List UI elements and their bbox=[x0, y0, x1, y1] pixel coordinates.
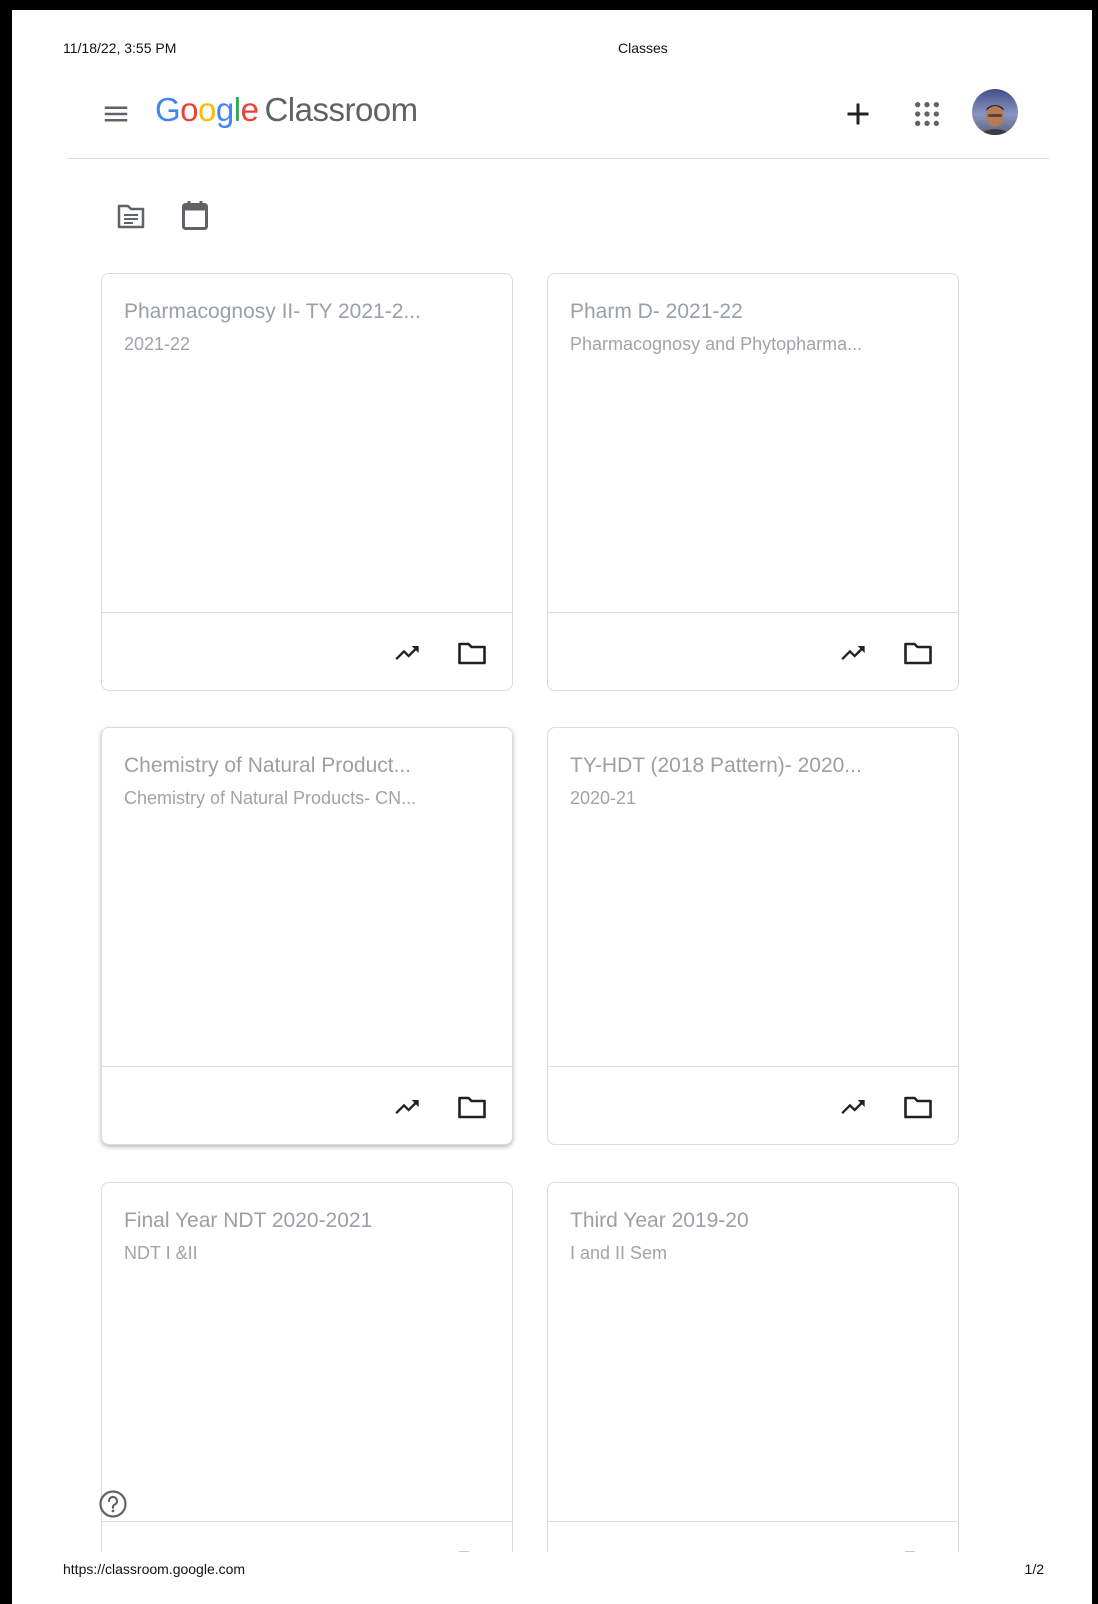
google-apps-button[interactable] bbox=[911, 98, 943, 130]
print-header: 11/18/22, 3:55 PM Classes bbox=[63, 40, 1028, 58]
print-footer: https://classroom.google.com 1/2 bbox=[63, 1561, 1044, 1579]
class-section: I and II Sem bbox=[570, 1243, 668, 1263]
page-frame-right bbox=[1092, 0, 1098, 1604]
open-class-folder-button[interactable] bbox=[903, 639, 933, 667]
page-frame-left bbox=[0, 0, 12, 1604]
class-section: Chemistry of Natural Products- CN... bbox=[124, 788, 417, 808]
class-section: 2020-21 bbox=[570, 788, 637, 808]
print-page-title: Classes bbox=[618, 40, 668, 56]
logo-letter: l bbox=[233, 91, 241, 128]
plus-icon bbox=[847, 103, 869, 125]
logo-letter: e bbox=[240, 91, 259, 128]
class-card[interactable]: Pharmacognosy II- TY 2021-2... 2021-22 bbox=[101, 273, 513, 691]
class-title[interactable]: Chemistry of Natural Product... bbox=[124, 754, 464, 778]
open-gradebook-button[interactable] bbox=[392, 1093, 422, 1121]
class-card-footer bbox=[102, 612, 512, 690]
print-page-number: 1/2 bbox=[1024, 1561, 1044, 1577]
trending-up-icon bbox=[841, 1100, 865, 1114]
main-menu-button[interactable] bbox=[101, 99, 131, 129]
calendar-button[interactable] bbox=[181, 198, 209, 237]
logo-letter: o bbox=[198, 91, 216, 128]
create-or-join-class-button[interactable] bbox=[840, 96, 876, 132]
folder-icon bbox=[904, 1096, 932, 1119]
class-section: 2021-22 bbox=[124, 334, 191, 354]
class-title[interactable]: Pharmacognosy II- TY 2021-2... bbox=[124, 300, 464, 324]
class-card-footer bbox=[548, 612, 958, 690]
open-gradebook-button[interactable] bbox=[838, 1093, 868, 1121]
google-classroom-logo[interactable]: Google Classroom bbox=[155, 91, 418, 129]
calendar-icon bbox=[182, 201, 208, 230]
class-section: NDT I &II bbox=[124, 1243, 198, 1263]
trending-up-icon bbox=[395, 1100, 419, 1114]
print-url: https://classroom.google.com bbox=[63, 1561, 246, 1577]
class-title[interactable]: TY-HDT (2018 Pattern)- 2020... bbox=[570, 754, 910, 778]
logo-product-name: Classroom bbox=[264, 91, 418, 128]
open-gradebook-button[interactable] bbox=[838, 639, 868, 667]
help-button[interactable] bbox=[98, 1489, 128, 1519]
trending-up-icon bbox=[841, 646, 865, 660]
menu-icon bbox=[104, 106, 128, 122]
class-card[interactable]: Chemistry of Natural Product... Chemistr… bbox=[101, 727, 513, 1145]
to-review-icon bbox=[117, 204, 145, 229]
trending-up-icon bbox=[395, 646, 419, 660]
folder-icon bbox=[904, 642, 932, 665]
open-class-folder-button[interactable] bbox=[457, 1093, 487, 1121]
class-card[interactable]: TY-HDT (2018 Pattern)- 2020... 2020-21 bbox=[547, 727, 959, 1145]
class-card[interactable]: Pharm D- 2021-22 Pharmacognosy and Phyto… bbox=[547, 273, 959, 691]
print-datetime: 11/18/22, 3:55 PM bbox=[63, 40, 177, 56]
logo-letter: G bbox=[155, 91, 181, 128]
class-card[interactable]: Final Year NDT 2020-2021 NDT I &II bbox=[101, 1182, 513, 1600]
help-icon bbox=[99, 1490, 127, 1518]
class-card[interactable]: Third Year 2019-20 I and II Sem bbox=[547, 1182, 959, 1600]
folder-icon bbox=[458, 1096, 486, 1119]
class-card-footer bbox=[102, 1066, 512, 1144]
class-title[interactable]: Final Year NDT 2020-2021 bbox=[124, 1209, 464, 1233]
class-title[interactable]: Third Year 2019-20 bbox=[570, 1209, 910, 1233]
open-class-folder-button[interactable] bbox=[903, 1093, 933, 1121]
to-review-button[interactable] bbox=[116, 202, 146, 235]
open-gradebook-button[interactable] bbox=[392, 639, 422, 667]
class-card-footer bbox=[548, 1066, 958, 1144]
logo-letter: o bbox=[180, 91, 199, 128]
class-section: Pharmacognosy and Phytopharma... bbox=[570, 334, 863, 354]
logo-letter: g bbox=[215, 91, 234, 128]
account-avatar[interactable] bbox=[972, 89, 1018, 135]
apps-grid-icon bbox=[915, 102, 939, 126]
page-frame-top bbox=[0, 0, 1098, 10]
class-title[interactable]: Pharm D- 2021-22 bbox=[570, 300, 910, 324]
folder-icon bbox=[458, 642, 486, 665]
open-class-folder-button[interactable] bbox=[457, 639, 487, 667]
avatar-image bbox=[972, 89, 1018, 135]
app-bar: Google Classroom bbox=[67, 84, 1049, 159]
